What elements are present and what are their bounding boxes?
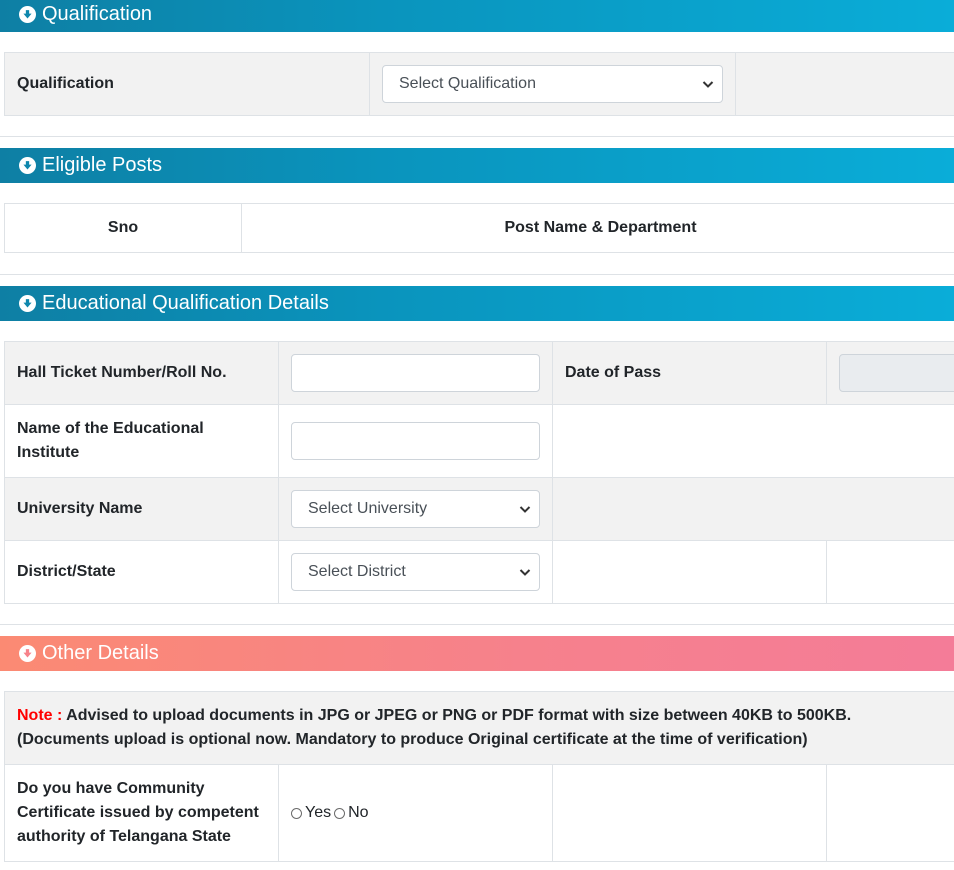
university-select-value: Select University [308, 500, 428, 517]
community-radio-group: Yes No [279, 804, 369, 822]
institute-label-cell: Name of the Educational Institute [4, 404, 279, 478]
community-radio-cell: Yes No [278, 764, 553, 862]
district-label: District/State [17, 563, 116, 580]
hall-ticket-input[interactable] [291, 354, 540, 392]
table-header-post-name: Post Name & Department [241, 203, 954, 253]
section-title: Qualification [42, 3, 153, 25]
radio-no-label[interactable]: No [348, 804, 368, 822]
institute-input[interactable] [291, 422, 540, 460]
note-prefix: Note : [17, 707, 63, 724]
circle-chevron-down-icon [19, 6, 36, 23]
section-header-eligible-posts[interactable]: Eligible Posts [0, 148, 954, 183]
university-empty-cell [552, 477, 954, 541]
note-text: Advised to upload documents in JPG or JP… [62, 707, 852, 724]
qualification-label-cell: Qualification [4, 52, 370, 116]
community-label: Do you have Community Certificate issued… [17, 780, 259, 845]
community-label-cell: Do you have Community Certificate issued… [4, 764, 279, 862]
qualification-empty-cell [735, 52, 954, 116]
chevron-down-icon [519, 569, 531, 576]
radio-yes[interactable] [291, 807, 302, 819]
section-title: Eligible Posts [42, 154, 163, 176]
community-empty-cell [552, 764, 827, 862]
divider [0, 274, 954, 275]
institute-label: Name of the Educational Institute [17, 420, 204, 461]
date-of-pass-input[interactable] [839, 354, 954, 392]
qualification-select[interactable]: Select Qualification [382, 65, 723, 103]
radio-no[interactable] [334, 807, 346, 819]
hall-ticket-label: Hall Ticket Number/Roll No. [17, 364, 227, 381]
section-title: Educational Qualification Details [42, 292, 329, 314]
circle-chevron-down-icon [19, 295, 36, 312]
column-header-label: Post Name & Department [504, 219, 697, 236]
table-header-sno: Sno [4, 203, 242, 253]
section-header-education[interactable]: Educational Qualification Details [0, 286, 954, 321]
district-label-cell: District/State [4, 540, 279, 604]
note-line-2: (Documents upload is optional now. Manda… [17, 731, 808, 748]
qualification-select-value: Select Qualification [399, 75, 536, 92]
university-label: University Name [17, 500, 143, 517]
chevron-down-icon [519, 506, 531, 513]
note-line-1: Note : Advised to upload documents in JP… [17, 704, 851, 728]
section-header-qualification[interactable]: Qualification [0, 0, 954, 32]
circle-chevron-down-icon [19, 645, 36, 662]
divider [0, 136, 954, 137]
section-title: Other Details [42, 642, 159, 664]
date-of-pass-label-cell: Date of Pass [552, 341, 827, 405]
hall-ticket-label-cell: Hall Ticket Number/Roll No. [4, 341, 279, 405]
district-empty-cell [552, 540, 827, 604]
qualification-label: Qualification [17, 75, 114, 92]
district-empty-cell-2 [826, 540, 954, 604]
note-cell: Note : Advised to upload documents in JP… [4, 691, 954, 765]
note-text-block: Note : Advised to upload documents in JP… [5, 704, 851, 752]
radio-yes-label[interactable]: Yes [305, 804, 331, 822]
community-empty-cell-2 [826, 764, 954, 862]
chevron-down-icon [702, 81, 714, 88]
university-select[interactable]: Select University [291, 490, 540, 528]
district-select[interactable]: Select District [291, 553, 540, 591]
divider [0, 624, 954, 625]
district-select-value: Select District [308, 563, 406, 580]
date-of-pass-label: Date of Pass [565, 364, 662, 381]
section-header-other-details[interactable]: Other Details [0, 636, 954, 671]
university-label-cell: University Name [4, 477, 279, 541]
institute-empty-cell [552, 404, 954, 478]
circle-chevron-down-icon [19, 157, 36, 174]
column-header-label: Sno [107, 219, 139, 236]
